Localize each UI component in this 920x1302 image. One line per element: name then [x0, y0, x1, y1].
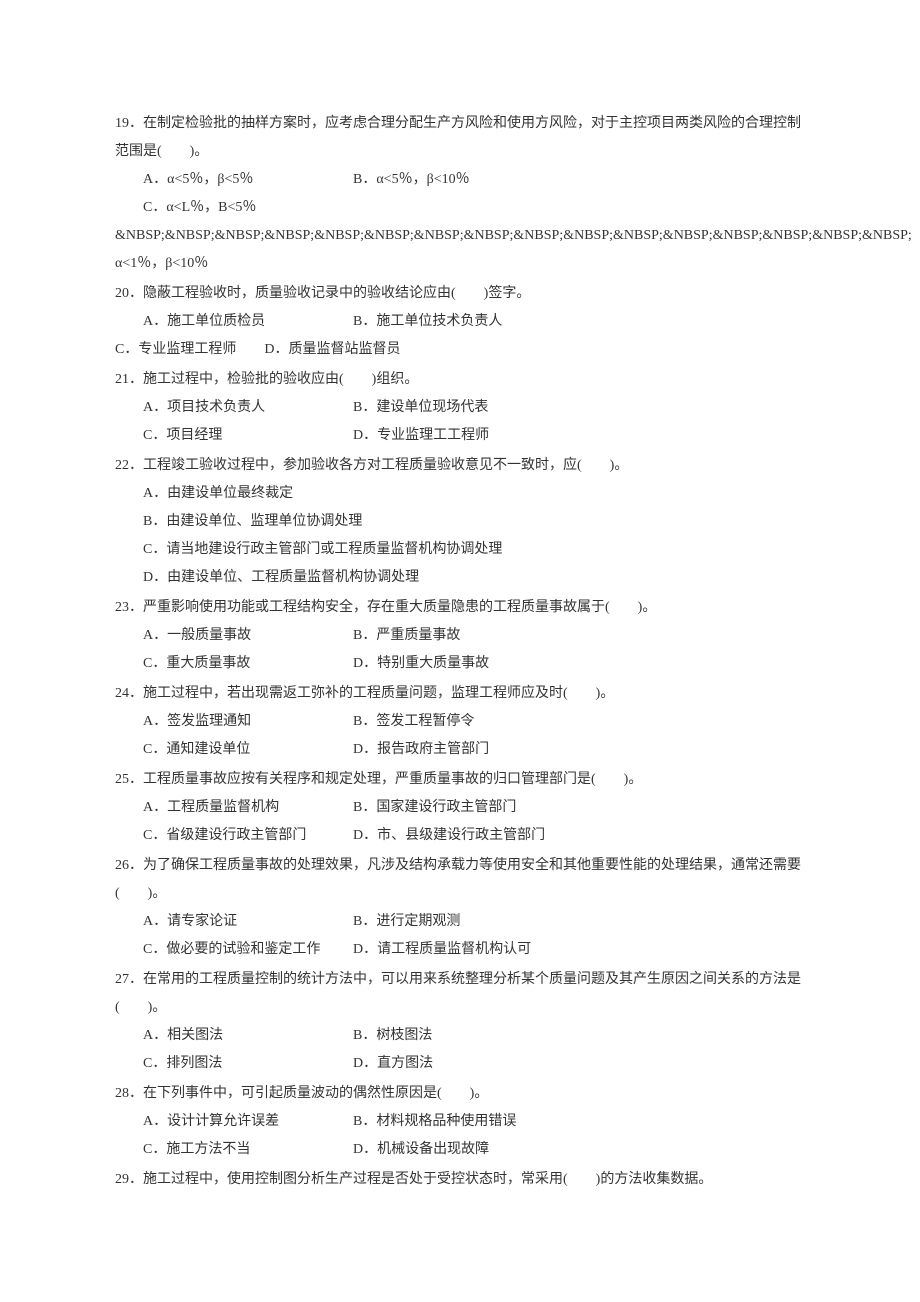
- option-row: C．排列图法D．直方图法: [115, 1050, 805, 1078]
- option-d: D．市、县级建设行政主管部门: [353, 822, 545, 850]
- option-c: C．施工方法不当: [143, 1136, 353, 1164]
- option-b: B．树枝图法: [353, 1022, 432, 1050]
- question-23: 23．严重影响使用功能或工程结构安全，存在重大质量隐患的工程质量事故属于( )。…: [115, 594, 805, 678]
- option-b: B．施工单位技术负责人: [353, 308, 502, 336]
- option-row: A．相关图法B．树枝图法: [115, 1022, 805, 1050]
- option: A．由建设单位最终裁定: [115, 480, 805, 508]
- option-a: A．施工单位质检员: [143, 308, 353, 336]
- option-d: D．专业监理工工程师: [353, 422, 489, 450]
- option: C．请当地建设行政主管部门或工程质量监督机构协调处理: [115, 536, 805, 564]
- option-c: C．重大质量事故: [143, 650, 353, 678]
- option-b: B．严重质量事故: [353, 622, 460, 650]
- option-a: A．α<5％，β<5％: [143, 166, 353, 194]
- option-row: C．省级建设行政主管部门D．市、县级建设行政主管部门: [115, 822, 805, 850]
- question-stem: 29．施工过程中，使用控制图分析生产过程是否处于受控状态时，常采用( )的方法收…: [115, 1166, 805, 1194]
- option-a: A．设计计算允许误差: [143, 1108, 353, 1136]
- question-stem: 28．在下列事件中，可引起质量波动的偶然性原因是( )。: [115, 1080, 805, 1108]
- option-a: A．相关图法: [143, 1022, 353, 1050]
- question-26: 26．为了确保工程质量事故的处理效果，凡涉及结构承载力等使用安全和其他重要性能的…: [115, 852, 805, 964]
- option-row: C．施工方法不当D．机械设备出现故障: [115, 1136, 805, 1164]
- option-row: A．签发监理通知B．签发工程暂停令: [115, 708, 805, 736]
- option-b: B．国家建设行政主管部门: [353, 794, 516, 822]
- option-b: B．进行定期观测: [353, 908, 460, 936]
- option-b: B．建设单位现场代表: [353, 394, 488, 422]
- option-row: A．施工单位质检员B．施工单位技术负责人: [115, 308, 805, 336]
- option-c: C．做必要的试验和鉴定工作: [143, 936, 353, 964]
- option-row: C．项目经理D．专业监理工工程师: [115, 422, 805, 450]
- option-row: C．专业监理工程师 D．质量监督站监督员: [115, 336, 805, 364]
- option-a: A．一般质量事故: [143, 622, 353, 650]
- question-21: 21．施工过程中，检验批的验收应由( )组织。A．项目技术负责人B．建设单位现场…: [115, 366, 805, 450]
- option-d: D．机械设备出现故障: [353, 1136, 489, 1164]
- option-row: A．设计计算允许误差B．材料规格品种使用错误: [115, 1108, 805, 1136]
- option-c: C．省级建设行政主管部门: [143, 822, 353, 850]
- option-d: D．直方图法: [353, 1050, 433, 1078]
- option-a: A．项目技术负责人: [143, 394, 353, 422]
- question-stem: 23．严重影响使用功能或工程结构安全，存在重大质量隐患的工程质量事故属于( )。: [115, 594, 805, 622]
- question-19: 19．在制定检验批的抽样方案时，应考虑合理分配生产方风险和使用方风险，对于主控项…: [115, 110, 805, 278]
- option-row: A．项目技术负责人B．建设单位现场代表: [115, 394, 805, 422]
- option-row: A．请专家论证B．进行定期观测: [115, 908, 805, 936]
- nbsp-line: &NBSP;&NBSP;&NBSP;&NBSP;&NBSP;&NBSP;&NBS…: [115, 222, 805, 278]
- question-stem: 19．在制定检验批的抽样方案时，应考虑合理分配生产方风险和使用方风险，对于主控项…: [115, 110, 805, 166]
- option: B．由建设单位、监理单位协调处理: [115, 508, 805, 536]
- question-22: 22．工程竣工验收过程中，参加验收各方对工程质量验收意见不一致时，应( )。A．…: [115, 452, 805, 592]
- option-row: A．工程质量监督机构B．国家建设行政主管部门: [115, 794, 805, 822]
- option-b: B．签发工程暂停令: [353, 708, 474, 736]
- question-stem: 25．工程质量事故应按有关程序和规定处理，严重质量事故的归口管理部门是( )。: [115, 766, 805, 794]
- option-c: C．α<L％，B<5％: [143, 194, 353, 222]
- option-a: A．签发监理通知: [143, 708, 353, 736]
- option-row: A．α<5％，β<5％B．α<5％，β<10％: [115, 166, 805, 194]
- option-a: A．工程质量监督机构: [143, 794, 353, 822]
- question-stem: 24．施工过程中，若出现需返工弥补的工程质量问题，监理工程师应及时( )。: [115, 680, 805, 708]
- option-row: C．做必要的试验和鉴定工作D．请工程质量监督机构认可: [115, 936, 805, 964]
- option-d: D．特别重大质量事故: [353, 650, 489, 678]
- question-stem: 22．工程竣工验收过程中，参加验收各方对工程质量验收意见不一致时，应( )。: [115, 452, 805, 480]
- document-body: 19．在制定检验批的抽样方案时，应考虑合理分配生产方风险和使用方风险，对于主控项…: [115, 110, 805, 1194]
- question-stem: 21．施工过程中，检验批的验收应由( )组织。: [115, 366, 805, 394]
- question-stem: 27．在常用的工程质量控制的统计方法中，可以用来系统整理分析某个质量问题及其产生…: [115, 966, 805, 1022]
- question-27: 27．在常用的工程质量控制的统计方法中，可以用来系统整理分析某个质量问题及其产生…: [115, 966, 805, 1078]
- option-b: B．α<5％，β<10％: [353, 166, 470, 194]
- option-row: C．重大质量事故D．特别重大质量事故: [115, 650, 805, 678]
- question-24: 24．施工过程中，若出现需返工弥补的工程质量问题，监理工程师应及时( )。A．签…: [115, 680, 805, 764]
- option-c: C．通知建设单位: [143, 736, 353, 764]
- option-c: C．项目经理: [143, 422, 353, 450]
- option-row: C．通知建设单位D．报告政府主管部门: [115, 736, 805, 764]
- option-d: D．报告政府主管部门: [353, 736, 489, 764]
- question-stem: 26．为了确保工程质量事故的处理效果，凡涉及结构承载力等使用安全和其他重要性能的…: [115, 852, 805, 908]
- option-b: B．材料规格品种使用错误: [353, 1108, 516, 1136]
- question-stem: 20．隐蔽工程验收时，质量验收记录中的验收结论应由( )签字。: [115, 280, 805, 308]
- question-29: 29．施工过程中，使用控制图分析生产过程是否处于受控状态时，常采用( )的方法收…: [115, 1166, 805, 1194]
- question-25: 25．工程质量事故应按有关程序和规定处理，严重质量事故的归口管理部门是( )。A…: [115, 766, 805, 850]
- option-d: D．请工程质量监督机构认可: [353, 936, 531, 964]
- option-c: C．排列图法: [143, 1050, 353, 1078]
- option: D．由建设单位、工程质量监督机构协调处理: [115, 564, 805, 592]
- option-a: A．请专家论证: [143, 908, 353, 936]
- question-28: 28．在下列事件中，可引起质量波动的偶然性原因是( )。A．设计计算允许误差B．…: [115, 1080, 805, 1164]
- option-row: A．一般质量事故B．严重质量事故: [115, 622, 805, 650]
- option-row: C．α<L％，B<5％: [115, 194, 805, 222]
- question-20: 20．隐蔽工程验收时，质量验收记录中的验收结论应由( )签字。A．施工单位质检员…: [115, 280, 805, 364]
